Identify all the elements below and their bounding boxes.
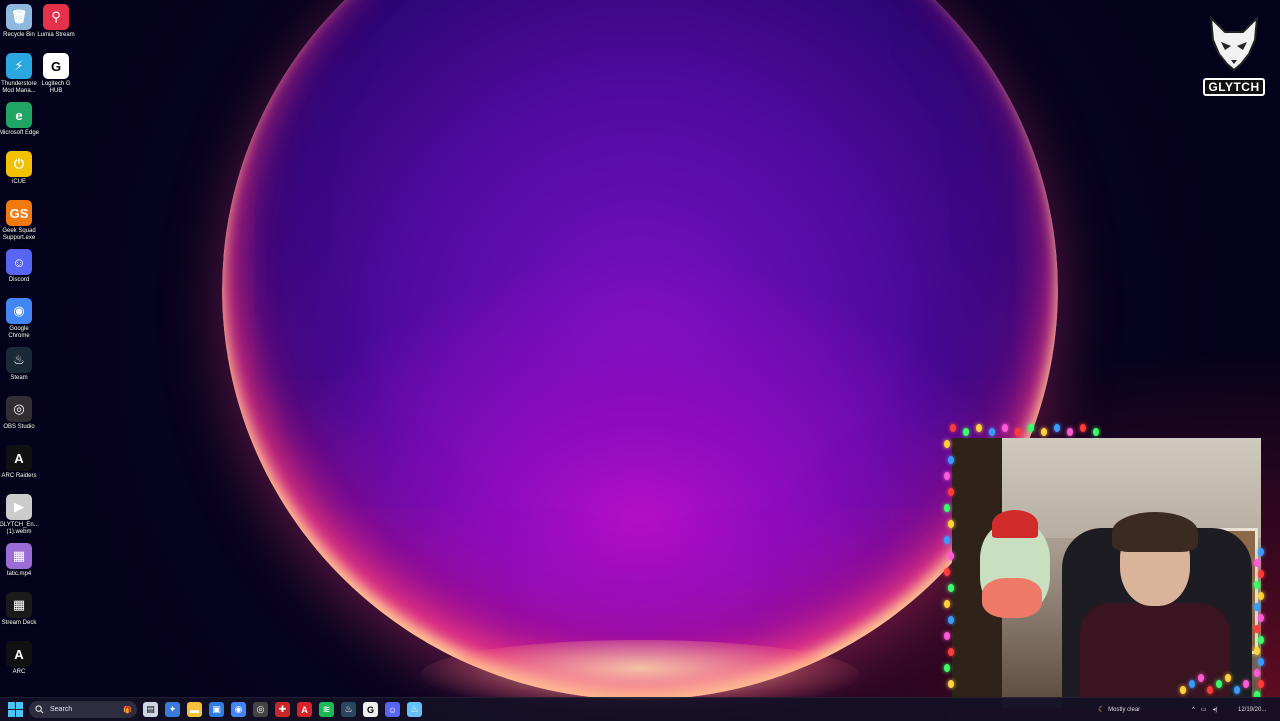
webcam-person-shirt <box>1080 603 1230 708</box>
lumia-stream-icon: ⚲ <box>43 4 69 30</box>
desktop-icon-static-mp4[interactable]: ▦ tatic.mp4 <box>0 543 38 578</box>
desktop-icon-label: OBS Studio <box>3 424 35 430</box>
icue-icon: ⏻ <box>6 151 32 177</box>
arc-raiders-icon: A <box>6 445 32 471</box>
desktop-icon-label: Geek Squad Support.exe <box>2 228 36 241</box>
taskbar-app-tool-red[interactable]: ✚ <box>275 702 290 717</box>
taskbar-app-task-view[interactable]: ▤ <box>143 702 158 717</box>
desktop-icon-label: tatic.mp4 <box>6 571 32 577</box>
glytch-wordmark: GLYTCH <box>1203 78 1265 96</box>
geek-squad-icon: GS <box>6 200 32 226</box>
webcam-person-hair <box>1112 512 1198 552</box>
taskbar-app-copilot[interactable]: ✦ <box>165 702 180 717</box>
taskbar-app-steam-1[interactable]: ♨ <box>341 702 356 717</box>
desktop-icon-label: Lumia Stream <box>37 32 75 38</box>
fox-logo-icon <box>1209 15 1259 72</box>
obs-icon: ◎ <box>6 396 32 422</box>
desktop-icon-label: Stream Deck <box>1 620 37 626</box>
steam-icon: ♨ <box>6 347 32 373</box>
taskbar: Search 🎁 ▤ ✦ ▬ ▣ ◉ ◎ ✚ A ≋ ♨ G ☺ ♨ ☾ Mostly clear ^ … <box>0 697 1280 721</box>
taskbar-app-obs[interactable]: ◎ <box>253 702 268 717</box>
search-icon <box>35 705 44 714</box>
desktop-icon-label: Google Chrome <box>8 326 30 339</box>
desktop-icon-label: ARC <box>12 669 26 675</box>
logitech-g-icon: G <box>43 53 69 79</box>
taskbar-app-acrobat[interactable]: A <box>297 702 312 717</box>
search-placeholder: Search <box>50 706 73 713</box>
desktop-icon-lumia-stream[interactable]: ⚲ Lumia Stream <box>37 4 75 39</box>
weather-icon: ☾ <box>1098 705 1106 714</box>
desktop-icon-google-chrome[interactable]: ◉ Google Chrome <box>0 298 38 340</box>
clock[interactable]: 12/19/20... <box>1238 698 1266 721</box>
webcam-plush-santa-hat <box>992 510 1038 538</box>
date-text: 12/19/20... <box>1238 706 1267 713</box>
glytch-logo: GLYTCH <box>1203 14 1265 100</box>
desktop-icon-arc-raiders[interactable]: A ARC Raiders <box>0 445 38 480</box>
desktop-icon-glytch-webm[interactable]: ▶ GLYTCH_En... (1).webm <box>0 494 39 536</box>
desktop-icon-obs-studio[interactable]: ◎ OBS Studio <box>0 396 38 431</box>
wallpaper-orb <box>222 0 1058 700</box>
desktop-icon-stream-deck[interactable]: ▦ Stream Deck <box>0 592 38 627</box>
desktop-icon-label: ARC Raiders <box>1 473 37 479</box>
stream-deck-icon: ▦ <box>6 592 32 618</box>
desktop-icon-label: Discord <box>8 277 30 283</box>
taskbar-search-box[interactable]: Search 🎁 <box>29 701 137 718</box>
desktop-icon-icue[interactable]: ⏻ iCUE <box>0 151 38 186</box>
windows-start-icon[interactable] <box>8 702 23 717</box>
system-tray: ☾ Mostly clear <box>1098 698 1140 721</box>
video-file-icon: ▦ <box>6 543 32 569</box>
webcam-overlay <box>952 438 1261 708</box>
search-highlight-icon: 🎁 <box>123 706 132 714</box>
tray-icons: ^ ▭ ◂) <box>1192 698 1224 721</box>
edge-icon: e <box>6 102 32 128</box>
desktop-icon-thunderstore[interactable]: ⚡ Thunderstore Mod Mana... <box>0 53 38 95</box>
chrome-icon: ◉ <box>6 298 32 324</box>
fox-video-icon: ▶ <box>6 494 32 520</box>
chevron-up-icon[interactable]: ^ <box>1192 707 1195 713</box>
desktop-icon-label: Logitech G HUB <box>41 81 71 94</box>
recycle-bin-icon: 🗑 <box>6 4 32 30</box>
desktop-icon-steam[interactable]: ♨ Steam <box>0 347 38 382</box>
taskbar-app-spotify[interactable]: ≋ <box>319 702 334 717</box>
desktop-icon-label: GLYTCH_En... (1).webm <box>0 522 39 535</box>
taskbar-app-file-explorer[interactable]: ▬ <box>187 702 202 717</box>
desktop-icon-label: Thunderstore Mod Mana... <box>1 81 37 94</box>
desktop-icon-label: Recycle Bin <box>3 32 35 38</box>
desktop-icon-label: Steam <box>10 375 28 381</box>
desktop-icon-logitech-ghub[interactable]: G Logitech G HUB <box>37 53 75 95</box>
volume-icon[interactable]: ◂) <box>1213 706 1218 713</box>
desktop-icon-discord[interactable]: ☺ Discord <box>0 249 38 284</box>
taskbar-app-store[interactable]: ▣ <box>209 702 224 717</box>
taskbar-app-chrome[interactable]: ◉ <box>231 702 246 717</box>
discord-icon: ☺ <box>6 249 32 275</box>
desktop-icon-geek-squad[interactable]: GS Geek Squad Support.exe <box>0 200 38 242</box>
desktop-icon-arc[interactable]: A ARC <box>0 641 38 676</box>
thunderstore-icon: ⚡ <box>6 53 32 79</box>
desktop-icon-label: iCUE <box>11 179 26 185</box>
taskbar-app-logitech[interactable]: G <box>363 702 378 717</box>
desktop-icon-recycle-bin[interactable]: 🗑 Recycle Bin <box>0 4 38 39</box>
desktop-icon-microsoft-edge[interactable]: e Microsoft Edge <box>0 102 40 137</box>
weather-text[interactable]: Mostly clear <box>1108 707 1140 713</box>
webcam-plush-body <box>982 578 1042 618</box>
desktop-icon-label: Microsoft Edge <box>0 130 40 136</box>
taskbar-app-discord[interactable]: ☺ <box>385 702 400 717</box>
network-icon[interactable]: ▭ <box>1201 706 1207 713</box>
arc-icon: A <box>6 641 32 667</box>
taskbar-app-steam-2[interactable]: ♨ <box>407 702 422 717</box>
